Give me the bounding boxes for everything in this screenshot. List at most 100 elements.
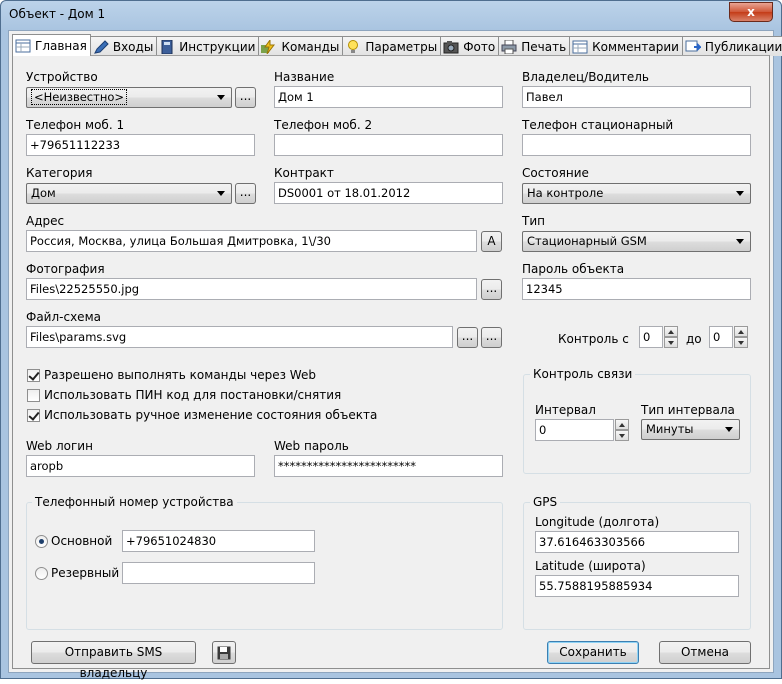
primary-phone-label: Основной: [51, 534, 113, 548]
tab-inputs[interactable]: Входы: [89, 36, 158, 56]
tab-commands[interactable]: Команды: [258, 36, 344, 56]
category-select[interactable]: Дом: [26, 183, 232, 204]
address-lookup-button[interactable]: A: [481, 231, 502, 252]
client-area: Главная Входы Инструкции Команды Парамет…: [8, 30, 782, 680]
name-label: Название: [274, 70, 335, 84]
mobile2-input[interactable]: [274, 134, 503, 156]
web-login-label: Web логин: [26, 439, 93, 453]
manual-state-checkbox[interactable]: [27, 409, 40, 422]
gps-title: GPS: [530, 495, 561, 509]
backup-phone-radio[interactable]: [35, 567, 48, 580]
printer-icon: [501, 39, 517, 54]
web-commands-label: Разрешено выполнять команды через Web: [44, 368, 316, 382]
table-icon: [15, 39, 31, 53]
scheme-open-button[interactable]: ...: [481, 327, 502, 348]
tab-print[interactable]: Печать: [498, 36, 571, 56]
title-bar[interactable]: Объект - Дом 1 x: [1, 1, 781, 29]
tab-label: Главная: [35, 38, 87, 53]
tab-strip: Главная Входы Инструкции Команды Парамет…: [12, 34, 782, 56]
longitude-label: Longitude (долгота): [535, 515, 660, 529]
owner-input[interactable]: Павел: [522, 86, 751, 108]
tab-label: Команды: [281, 39, 340, 54]
contract-label: Контракт: [274, 166, 334, 180]
state-select[interactable]: На контроле: [522, 183, 751, 204]
control-to-spinner[interactable]: [734, 326, 748, 348]
address-input[interactable]: Россия, Москва, улица Большая Дмитровка,…: [26, 230, 477, 252]
state-label: Состояние: [522, 166, 589, 180]
interval-input[interactable]: 0: [535, 419, 614, 441]
latitude-input[interactable]: 55.7588195885934: [535, 575, 739, 597]
window-title: Объект - Дом 1: [9, 7, 106, 21]
camera-icon: [443, 40, 459, 54]
manual-state-label: Использовать ручное изменение состояния …: [44, 408, 378, 422]
send-sms-button[interactable]: Отправить SMS владельцу: [31, 641, 196, 680]
web-login-input[interactable]: aropb: [26, 455, 255, 477]
tab-main[interactable]: Главная: [12, 34, 91, 56]
web-password-label: Web пароль: [274, 439, 349, 453]
tab-label: Печать: [521, 39, 567, 54]
device-browse-button[interactable]: ...: [235, 87, 256, 108]
table-icon: [572, 40, 588, 54]
password-label: Пароль объекта: [522, 262, 625, 276]
dialog-window: Объект - Дом 1 x Главная Входы Инструкци…: [0, 0, 782, 680]
control-to-input[interactable]: 0: [709, 326, 733, 348]
tab-comments[interactable]: Комментарии: [569, 36, 683, 56]
address-label: Адрес: [26, 214, 65, 228]
category-label: Категория: [26, 166, 93, 180]
scheme-browse-button[interactable]: ...: [457, 327, 478, 348]
interval-type-select[interactable]: Минуты: [641, 419, 740, 440]
contract-input[interactable]: DS0001 от 18.01.2012: [274, 182, 503, 204]
tab-instructions[interactable]: Инструкции: [156, 36, 260, 56]
tab-photo[interactable]: Фото: [440, 36, 500, 56]
publish-icon: [685, 40, 703, 54]
web-password-input[interactable]: ************************: [274, 455, 503, 477]
save-disk-button[interactable]: [212, 641, 236, 664]
password-input[interactable]: 12345: [522, 278, 751, 300]
tab-label: Инструкции: [179, 39, 256, 54]
interval-spinner[interactable]: [615, 419, 629, 441]
photo-input[interactable]: Files\22525550.jpg: [26, 278, 477, 300]
control-from-input[interactable]: 0: [639, 326, 663, 348]
tab-label: Публикации: [704, 39, 782, 54]
control-to-label: до: [686, 332, 702, 346]
book-icon: [159, 39, 175, 54]
device-phone-title: Телефонный номер устройства: [32, 495, 237, 509]
floppy-disk-icon: [217, 646, 231, 660]
link-control-title: Контроль связи: [530, 367, 636, 381]
type-select[interactable]: Стационарный GSM: [522, 231, 751, 252]
mobile1-label: Телефон моб. 1: [26, 118, 125, 132]
backup-phone-label: Резервный: [51, 566, 120, 580]
photo-label: Фотография: [26, 262, 105, 276]
tab-label: Комментарии: [592, 39, 679, 54]
landline-label: Телефон стационарный: [522, 118, 674, 132]
cancel-button[interactable]: Отмена: [659, 641, 751, 664]
latitude-label: Latitude (широта): [535, 559, 646, 573]
mobile1-input[interactable]: +79651112233: [26, 134, 255, 156]
close-button[interactable]: x: [729, 2, 773, 22]
longitude-input[interactable]: 37.616463303566: [535, 531, 739, 553]
tab-page-main: Устройство <Неизвестно> ... Название Дом…: [12, 55, 770, 680]
mobile2-label: Телефон моб. 2: [274, 118, 373, 132]
primary-phone-input[interactable]: +79651024830: [122, 530, 315, 552]
name-input[interactable]: Дом 1: [274, 86, 503, 108]
owner-label: Владелец/Водитель: [522, 70, 649, 84]
control-from-spinner[interactable]: [664, 326, 678, 348]
primary-phone-radio[interactable]: [35, 535, 48, 548]
web-commands-checkbox[interactable]: [27, 369, 40, 382]
scheme-input[interactable]: Files\params.svg: [26, 326, 453, 348]
tab-label: Параметры: [365, 39, 438, 54]
pin-code-checkbox[interactable]: [27, 389, 40, 402]
control-from-label: Контроль с: [558, 332, 629, 346]
landline-input[interactable]: [522, 134, 751, 156]
lightning-icon: [261, 37, 277, 54]
type-label: Тип: [522, 214, 545, 228]
photo-browse-button[interactable]: ...: [481, 279, 502, 300]
backup-phone-input[interactable]: [122, 562, 315, 584]
device-select[interactable]: <Неизвестно>: [26, 87, 232, 108]
tab-parameters[interactable]: Параметры: [342, 36, 442, 56]
tab-publications[interactable]: Публикации: [681, 36, 782, 56]
save-button[interactable]: Сохранить: [547, 641, 639, 664]
interval-type-label: Тип интервала: [641, 403, 735, 417]
category-browse-button[interactable]: ...: [235, 183, 256, 204]
bulb-icon: [345, 39, 361, 54]
